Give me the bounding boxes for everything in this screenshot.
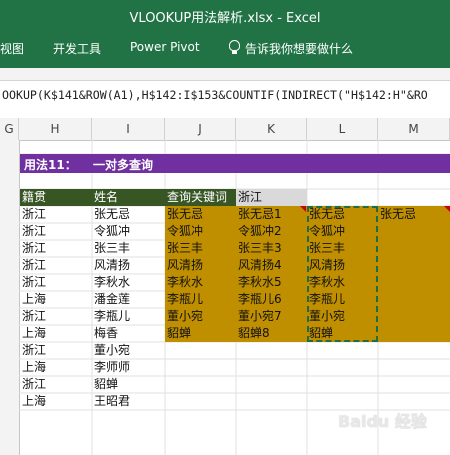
province-cell[interactable]: 上海 (22, 291, 46, 308)
column-header-m[interactable]: M (378, 118, 450, 140)
name-cell[interactable]: 令狐冲 (94, 223, 130, 240)
province-cell[interactable]: 上海 (22, 393, 46, 410)
header-province[interactable]: 籍贯 (20, 189, 92, 206)
province-cell[interactable]: 浙江 (22, 240, 46, 257)
name-cell[interactable]: 李瓶儿 (94, 308, 130, 325)
name-cell[interactable]: 潘金莲 (94, 291, 130, 308)
tab-power-pivot[interactable]: Power Pivot (130, 40, 200, 54)
banner-title: 一对多查询 (93, 158, 154, 172)
result-cell-k[interactable]: 李瓶儿6 (238, 291, 282, 308)
name-cell[interactable]: 梅香 (94, 325, 118, 342)
province-cell[interactable]: 上海 (22, 359, 46, 376)
result-cell-k[interactable]: 李秋水5 (238, 274, 282, 291)
section-banner: 用法11： 一对多查询 (20, 154, 450, 173)
lightbulb-icon[interactable] (229, 40, 240, 54)
province-cell[interactable]: 浙江 (22, 308, 46, 325)
column-header-l[interactable]: L (307, 118, 378, 140)
province-cell[interactable]: 浙江 (22, 206, 46, 223)
name-cell[interactable]: 李师师 (94, 359, 130, 376)
province-cell[interactable]: 浙江 (22, 376, 46, 393)
name-cell[interactable]: 张三丰 (94, 240, 130, 257)
name-cell[interactable]: 风清扬 (94, 257, 130, 274)
copy-marquee (307, 206, 378, 342)
column-header-k[interactable]: K (236, 118, 307, 140)
result-cell-k[interactable]: 风清扬4 (238, 257, 282, 274)
tab-view[interactable]: 视图 (0, 40, 24, 57)
province-cell[interactable]: 浙江 (22, 274, 46, 291)
result-cell-k[interactable]: 董小宛7 (238, 308, 282, 325)
column-header-i[interactable]: I (92, 118, 165, 140)
tab-developer[interactable]: 开发工具 (53, 40, 101, 57)
result-cell-j[interactable]: 令狐冲 (167, 223, 203, 240)
result-cell-j[interactable]: 董小宛 (167, 308, 203, 325)
title-bar: VLOOKUP用法解析.xlsx - Excel (0, 0, 450, 30)
comment-indicator-icon (444, 206, 450, 212)
result-cell-j[interactable]: 张无忌 (167, 206, 203, 223)
banner-label: 用法11： (24, 158, 77, 172)
ribbon-separator (0, 68, 450, 80)
header-keyword-label[interactable]: 查询关键词 (165, 189, 236, 206)
tell-me-box[interactable]: 告诉我你想要做什么 (245, 40, 353, 57)
name-cell[interactable]: 董小宛 (94, 342, 130, 359)
comment-indicator-icon (300, 206, 306, 212)
column-header-h[interactable]: H (19, 118, 92, 140)
ribbon: 视图 开发工具 Power Pivot 告诉我你想要做什么 (0, 30, 450, 68)
window-title: VLOOKUP用法解析.xlsx - Excel (129, 11, 321, 26)
column-headers: G H I J K L M (0, 118, 450, 141)
result-cell-m[interactable]: 张无忌 (380, 206, 416, 223)
column-header-g[interactable]: G (0, 118, 19, 140)
province-cell[interactable]: 上海 (22, 325, 46, 342)
result-cell-j[interactable]: 风清扬 (167, 257, 203, 274)
name-cell[interactable]: 貂蝉 (94, 376, 118, 393)
header-name[interactable]: 姓名 (92, 189, 165, 206)
row-header-strip (0, 140, 20, 455)
result-cell-j[interactable]: 貂蝉 (167, 325, 191, 342)
result-cell-k[interactable]: 令狐冲2 (238, 223, 282, 240)
result-cell-j[interactable]: 李瓶儿 (167, 291, 203, 308)
result-cell-k[interactable]: 张三丰3 (238, 240, 282, 257)
result-cell-j[interactable]: 张三丰 (167, 240, 203, 257)
result-cell-j[interactable]: 李秋水 (167, 274, 203, 291)
name-cell[interactable]: 李秋水 (94, 274, 130, 291)
province-cell[interactable]: 浙江 (22, 257, 46, 274)
name-cell[interactable]: 张无忌 (94, 206, 130, 223)
name-cell[interactable]: 王昭君 (94, 393, 130, 410)
watermark-logo: Baidu 经验 (338, 412, 427, 431)
formula-bar[interactable]: OOKUP(K$141&ROW(A1),H$142:I$153&COUNTIF(… (0, 80, 450, 112)
result-cell-k[interactable]: 张无忌1 (238, 206, 282, 223)
province-cell[interactable]: 浙江 (22, 342, 46, 359)
result-cell-k[interactable]: 貂蝉8 (238, 325, 270, 342)
column-header-j[interactable]: J (165, 118, 236, 140)
formula-text[interactable]: OOKUP(K$141&ROW(A1),H$142:I$153&COUNTIF(… (2, 88, 428, 102)
province-cell[interactable]: 浙江 (22, 223, 46, 240)
keyword-input-cell[interactable]: 浙江 (236, 189, 307, 206)
